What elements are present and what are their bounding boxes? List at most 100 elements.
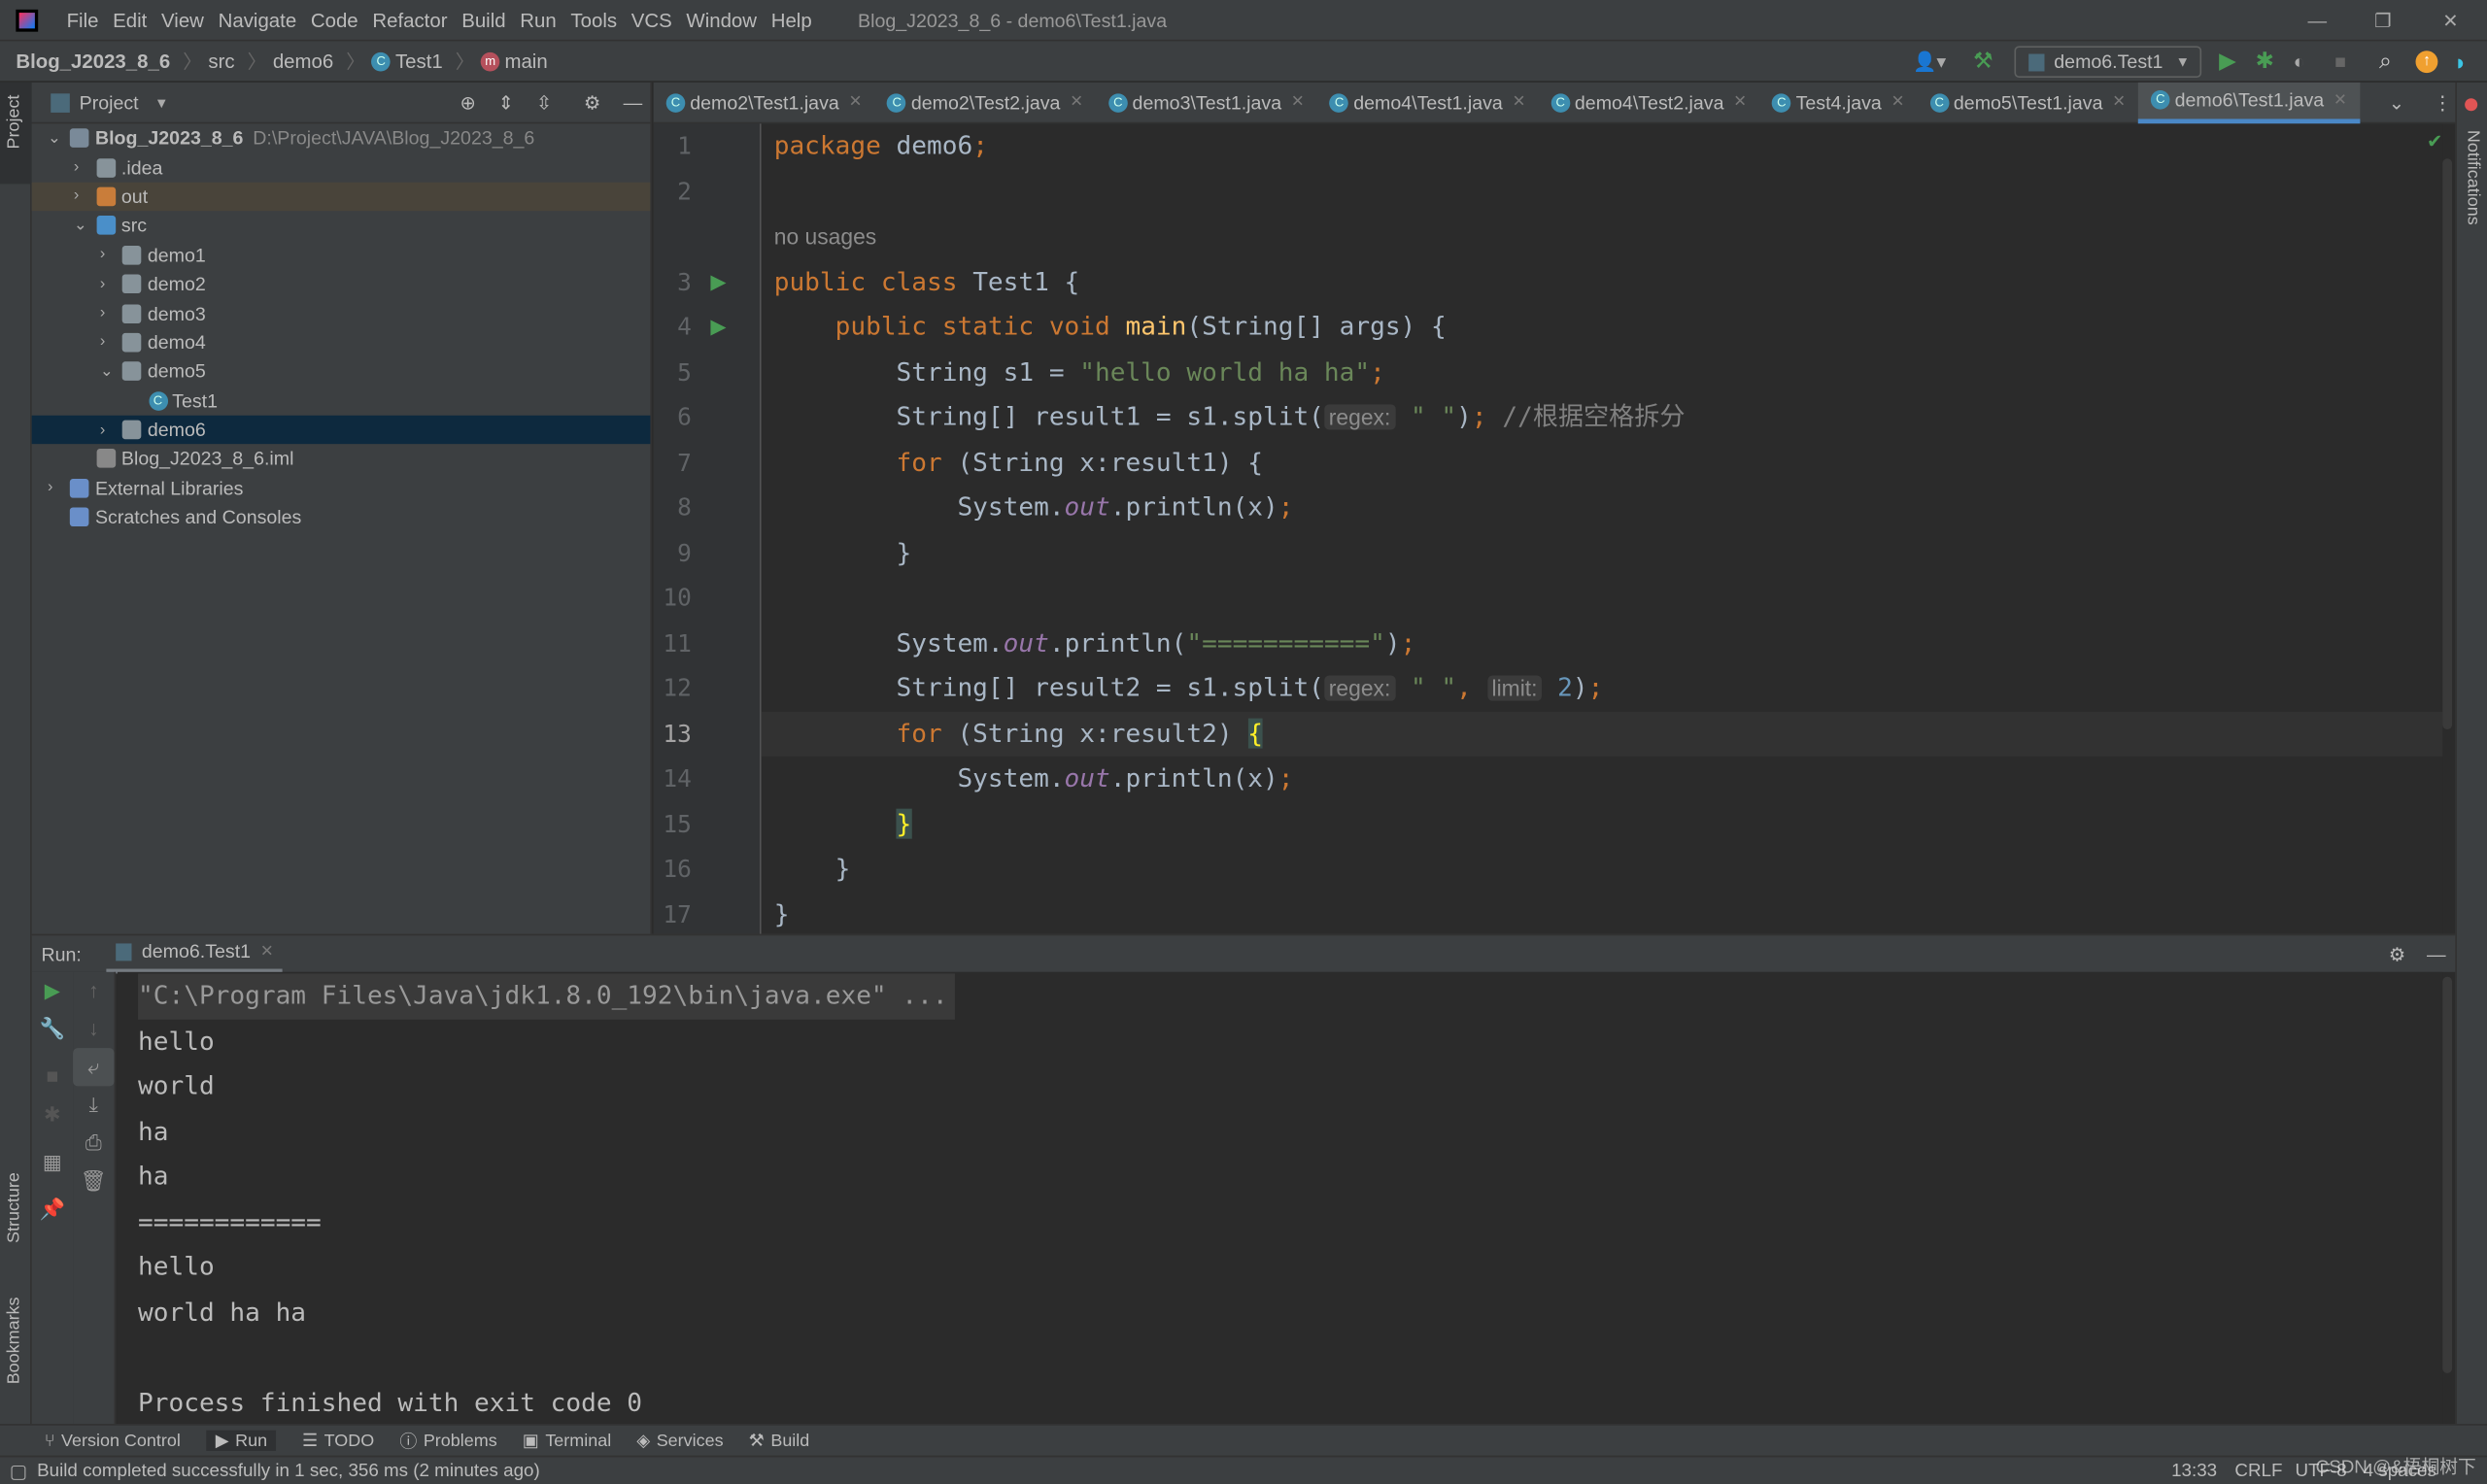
tabs-dropdown-icon[interactable]: ⌄ xyxy=(2389,92,2404,115)
structure-side-tab[interactable]: Structure xyxy=(0,1161,32,1271)
close-tab-icon[interactable]: ✕ xyxy=(260,943,274,961)
menu-view[interactable]: View xyxy=(161,9,204,31)
bookmarks-side-tab[interactable]: Bookmarks xyxy=(0,1296,32,1406)
status-message[interactable]: Build completed successfully in 1 sec, 3… xyxy=(37,1461,540,1480)
tree-item[interactable]: Scratches and Consoles xyxy=(32,503,651,532)
menu-vcs[interactable]: VCS xyxy=(631,9,672,31)
caret-position[interactable]: 13:33 xyxy=(2171,1461,2217,1480)
notifications-side-tab[interactable]: Notifications xyxy=(2457,95,2487,238)
chevron-right-icon[interactable]: › xyxy=(100,422,122,439)
user-icon[interactable]: 👤▾ xyxy=(1913,50,1946,72)
tree-item[interactable]: C Test1 xyxy=(32,387,651,416)
breadcrumb-method[interactable]: main xyxy=(504,50,547,72)
code-editor[interactable]: package demo6; no usages public class Test… xyxy=(761,123,2443,934)
run-config-select[interactable]: demo6.Test1 ▼ xyxy=(2014,46,2202,78)
build-hammer-icon[interactable]: ⚒ xyxy=(1973,48,1993,75)
edit-config-wrench-icon[interactable]: 🔧 xyxy=(32,1010,73,1048)
tool-window-terminal[interactable]: ▣ Terminal xyxy=(523,1431,611,1450)
menu-edit[interactable]: Edit xyxy=(113,9,147,31)
tree-item[interactable]: › .idea xyxy=(32,152,651,182)
tool-window-todo[interactable]: ☰ TODO xyxy=(302,1431,374,1450)
chevron-right-icon[interactable]: › xyxy=(100,275,122,292)
run-console[interactable]: "C:\Program Files\Java\jdk1.8.0_192\bin\… xyxy=(117,971,2443,1425)
status-panel-icon[interactable]: ▢ xyxy=(10,1460,28,1482)
chevron-down-icon[interactable]: ⌄ xyxy=(48,129,70,147)
breadcrumb-src[interactable]: src xyxy=(208,50,234,72)
soft-wrap-icon[interactable]: ⤶ xyxy=(73,1048,115,1087)
tree-item[interactable]: ⌄ src xyxy=(32,211,651,240)
tree-item[interactable]: › demo4 xyxy=(32,328,651,357)
chevron-down-icon[interactable]: ⌄ xyxy=(100,363,122,381)
close-tab-icon[interactable]: ✕ xyxy=(1891,93,1905,111)
jetbrains-icon[interactable]: ◗ xyxy=(2454,49,2468,74)
tree-item[interactable]: › demo2 xyxy=(32,269,651,298)
chevron-right-icon[interactable]: › xyxy=(100,246,122,263)
settings-gear-icon[interactable]: ⚙ xyxy=(584,91,601,114)
stop-icon[interactable]: ■ xyxy=(2334,50,2346,72)
scroll-down-icon[interactable]: ↓ xyxy=(73,1010,114,1048)
tab-test4-java[interactable]: C Test4.java ✕ xyxy=(1759,82,1917,122)
tree-item[interactable]: ⌄ Blog_J2023_8_6 D:\Project\JAVA\Blog_J202… xyxy=(32,123,651,152)
run-gutter-icon[interactable]: ▶ xyxy=(710,314,726,339)
chevron-down-icon[interactable]: ⌄ xyxy=(74,217,96,234)
tab-demo4-test1-java[interactable]: Cdemo4\Test1.java ✕ xyxy=(1317,82,1539,122)
chevron-right-icon[interactable]: › xyxy=(48,480,70,497)
tab-demo5-test1-java[interactable]: Cdemo5\Test1.java ✕ xyxy=(1917,82,2138,122)
restore-button[interactable]: ❐ xyxy=(2374,9,2392,31)
tree-item[interactable]: › demo3 xyxy=(32,298,651,327)
search-icon[interactable]: ⌕ xyxy=(2379,48,2392,75)
close-tab-icon[interactable]: ✕ xyxy=(849,93,863,111)
editor-scrollbar[interactable] xyxy=(2442,158,2453,730)
menu-window[interactable]: Window xyxy=(686,9,757,31)
run-hide-icon[interactable]: — xyxy=(2427,943,2446,965)
tab-demo2-test1-java[interactable]: Cdemo2\Test1.java ✕ xyxy=(654,82,875,122)
tabs-more-icon[interactable]: ⋮ xyxy=(2433,92,2452,115)
chevron-right-icon[interactable]: › xyxy=(100,334,122,352)
project-view-select[interactable]: Project xyxy=(80,91,139,114)
layout-icon[interactable]: ▦ xyxy=(32,1143,73,1181)
tab-demo6-test1-java[interactable]: Cdemo6\Test1.java ✕ xyxy=(2138,82,2360,123)
close-tab-icon[interactable]: ✕ xyxy=(1070,93,1083,111)
console-scrollbar[interactable] xyxy=(2442,976,2453,1373)
menu-refactor[interactable]: Refactor xyxy=(372,9,447,31)
chevron-right-icon[interactable]: › xyxy=(74,187,96,205)
scroll-to-end-icon[interactable]: ⤓ xyxy=(73,1086,114,1124)
coverage-icon[interactable]: ◐ xyxy=(2294,50,2305,72)
rerun-icon[interactable]: ▶ xyxy=(32,972,73,1010)
run-tab[interactable]: demo6.Test1 ✕ xyxy=(106,934,284,973)
menu-code[interactable]: Code xyxy=(311,9,358,31)
debug-icon[interactable]: ✱ xyxy=(2256,48,2274,75)
debug-restart-icon[interactable]: ✱ xyxy=(32,1096,73,1133)
run-gutter-icon[interactable]: ▶ xyxy=(710,269,726,294)
tree-item[interactable]: ⌄ demo5 xyxy=(32,357,651,387)
minimize-button[interactable]: — xyxy=(2308,9,2328,31)
tool-window-services[interactable]: ◈ Services xyxy=(636,1431,723,1450)
run-settings-icon[interactable]: ⚙ xyxy=(2389,943,2406,965)
close-tab-icon[interactable]: ✕ xyxy=(1733,93,1747,111)
breadcrumb-class[interactable]: Test1 xyxy=(395,50,443,72)
breadcrumb-project[interactable]: Blog_J2023_8_6 xyxy=(16,50,170,72)
expand-all-icon[interactable]: ⇕ xyxy=(498,91,514,114)
close-tab-icon[interactable]: ✕ xyxy=(2112,93,2126,111)
close-tab-icon[interactable]: ✕ xyxy=(2334,91,2347,109)
tree-item[interactable]: › demo6 xyxy=(31,415,651,445)
tree-item[interactable]: Blog_J2023_8_6.iml xyxy=(32,445,651,474)
chevron-right-icon[interactable]: › xyxy=(74,158,96,176)
print-icon[interactable]: ⎙ xyxy=(73,1125,114,1163)
close-tab-icon[interactable]: ✕ xyxy=(1291,93,1305,111)
no-usages-hint[interactable]: no usages xyxy=(774,223,876,249)
tool-window-build[interactable]: ⚒ Build xyxy=(749,1431,810,1450)
menu-help[interactable]: Help xyxy=(771,9,812,31)
menu-run[interactable]: Run xyxy=(520,9,556,31)
tab-demo2-test2-java[interactable]: Cdemo2\Test2.java ✕ xyxy=(874,82,1096,122)
stop-icon[interactable]: ■ xyxy=(32,1058,73,1096)
line-separator[interactable]: CRLF xyxy=(2234,1461,2282,1480)
close-tab-icon[interactable]: ✕ xyxy=(1513,93,1526,111)
tab-demo3-test1-java[interactable]: Cdemo3\Test1.java ✕ xyxy=(1096,82,1317,122)
project-side-tab[interactable]: Project xyxy=(0,82,32,185)
clear-trash-icon[interactable]: 🗑 xyxy=(73,1163,114,1200)
tree-item[interactable]: › demo1 xyxy=(32,240,651,269)
update-icon[interactable]: ↑ xyxy=(2415,50,2438,73)
close-button[interactable]: ✕ xyxy=(2442,9,2458,31)
breadcrumb-package[interactable]: demo6 xyxy=(273,50,333,72)
